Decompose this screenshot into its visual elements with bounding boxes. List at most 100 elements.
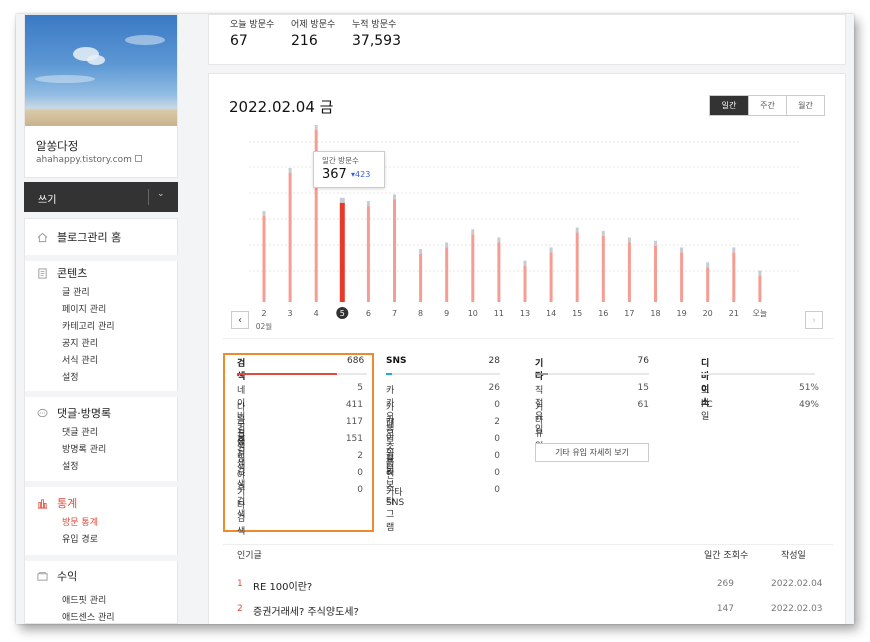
chart-bar-segment: [627, 237, 631, 243]
tooltip-delta: ▾423: [351, 170, 371, 179]
tooltip-label: 일간 방문수: [322, 156, 359, 165]
chart-bar-segment: [366, 201, 370, 207]
etc-referrer-detail-button[interactable]: 기타 유입 자세히 보기: [535, 443, 649, 462]
popular-post-link[interactable]: RE 100이란?: [253, 578, 312, 593]
breakdown-row-value: 411: [345, 400, 363, 410]
write-divider: [148, 189, 149, 205]
chart-tick-label: 6: [366, 309, 371, 318]
chevron-down-icon[interactable]: ⌄: [157, 189, 165, 199]
breakdown-row-value: 2: [494, 417, 500, 427]
menu-guestbook-manage[interactable]: 방명록 관리: [62, 442, 106, 455]
breakdown-row-value: 0: [494, 451, 500, 461]
menu-blog-home[interactable]: 블로그관리 홈: [37, 229, 121, 245]
menu-post-manage[interactable]: 글 관리: [62, 285, 90, 298]
profile-card: 알쏭다정 ahahappy.tistory.com: [24, 14, 178, 178]
yesterday-visits-value: 216: [291, 33, 318, 49]
chart-bar[interactable]: [575, 232, 579, 302]
device-divider: [701, 373, 815, 375]
menu-visit-stats[interactable]: 방문 통계: [62, 515, 98, 528]
menu-notice-manage[interactable]: 공지 관리: [62, 336, 98, 349]
popular-post-date: 2022.02.03: [771, 604, 823, 614]
app-window: 알쏭다정 ahahappy.tistory.com 쓰기 ⌄ 블로그관리 홈 콘…: [16, 14, 854, 624]
chart-bar[interactable]: [654, 245, 657, 302]
menu-revenue-label: 수익: [57, 570, 78, 583]
breakdown-row-value: 15: [637, 383, 649, 393]
chart-bar[interactable]: [262, 216, 266, 302]
chart-tick-label: 11: [494, 309, 504, 318]
speech-bubble-icon: [37, 408, 48, 417]
chevron-left-icon: ‹: [238, 314, 242, 326]
visit-summary-card: 오늘 방문수 67 어제 방문수 216 누적 방문수 37,593: [208, 14, 846, 65]
chart-bar[interactable]: [471, 234, 475, 302]
menu-contents-settings[interactable]: 설정: [62, 370, 79, 383]
chart-bar-segment: [497, 237, 501, 243]
wallet-icon: [37, 571, 48, 581]
menu-divider: [25, 391, 179, 397]
chart-bar-segment: [523, 260, 527, 266]
chart-next-button[interactable]: ›: [805, 311, 823, 329]
menu-referrer[interactable]: 유입 경로: [62, 532, 98, 545]
popular-date-header: 작성일: [781, 551, 806, 561]
chart-bar[interactable]: [497, 242, 501, 302]
menu-stats[interactable]: 통계: [37, 495, 77, 511]
chart-bar[interactable]: [288, 173, 292, 302]
chart-bar[interactable]: [758, 275, 762, 302]
breakdown-row-value: 0: [494, 485, 500, 495]
popular-post-link[interactable]: 증권거래세? 주식양도세?: [253, 603, 359, 618]
chart-bar[interactable]: [549, 252, 553, 302]
blog-url-link[interactable]: ahahappy.tistory.com: [36, 155, 142, 165]
menu-comments[interactable]: 댓글·방명록: [37, 405, 111, 421]
chart-bar[interactable]: [419, 254, 423, 302]
breakdown-row-value: 26: [488, 383, 500, 393]
chart-bar[interactable]: [523, 265, 527, 302]
blog-name[interactable]: 알쏭다정: [36, 138, 78, 154]
chart-bar[interactable]: [601, 235, 605, 302]
chart-tick-label: 9: [444, 309, 449, 318]
menu-adfit-manage[interactable]: 애드핏 관리: [62, 593, 106, 606]
chart-prev-button[interactable]: ‹: [231, 311, 249, 329]
chart-bar[interactable]: [732, 252, 736, 302]
breakdown-row-value: 2: [357, 451, 363, 461]
chart-tick-label: 3: [288, 309, 293, 318]
popular-posts-title: 인기글: [237, 551, 262, 561]
chart-bar[interactable]: [680, 252, 684, 302]
blog-banner-image[interactable]: [25, 15, 177, 126]
chart-bar[interactable]: [706, 267, 710, 302]
chart-tick-label: 7: [392, 309, 397, 318]
menu-category-manage[interactable]: 카테고리 관리: [62, 319, 115, 332]
menu-divider: [25, 255, 179, 261]
menu-contents[interactable]: 콘텐츠: [37, 265, 87, 281]
page-gutter: [846, 14, 854, 624]
section-divider: [223, 338, 833, 339]
chart-bar-segment: [445, 242, 449, 248]
blog-url-text: ahahappy.tistory.com: [36, 155, 132, 165]
chart-bar-segment: [732, 247, 736, 253]
chart-tick-label: 10: [468, 309, 478, 318]
chart-tick-label: 8: [418, 309, 423, 318]
chart-tick-label: 20: [703, 309, 713, 318]
menu-comments-settings[interactable]: 설정: [62, 459, 79, 472]
chart-bar-segment: [262, 211, 266, 216]
chart-tick-label: 21: [729, 309, 739, 318]
menu-template-manage[interactable]: 서식 관리: [62, 353, 98, 366]
chart-bar[interactable]: [627, 242, 631, 302]
etc-total: 76: [637, 356, 649, 366]
yesterday-visits-label: 어제 방문수: [291, 20, 336, 30]
sns-title: SNS: [386, 356, 407, 366]
menu-comment-manage[interactable]: 댓글 관리: [62, 425, 98, 438]
menu-adsense-manage[interactable]: 애드센스 관리: [62, 610, 115, 623]
breakdown-row-value: 0: [357, 485, 363, 495]
chart-bar[interactable]: [445, 247, 449, 302]
write-label: 쓰기: [38, 195, 57, 206]
chart-month-label: 02월: [256, 321, 273, 331]
home-icon: [37, 232, 48, 242]
chart-bar[interactable]: [339, 202, 345, 302]
menu-revenue[interactable]: 수익: [37, 568, 77, 584]
breakdown-row-value: 0: [357, 468, 363, 478]
chart-bar[interactable]: [393, 199, 396, 302]
breakdown-row-value: 51%: [798, 383, 819, 393]
menu-page-manage[interactable]: 페이지 관리: [62, 302, 106, 315]
chart-bar[interactable]: [366, 206, 370, 302]
menu-blog-home-label: 블로그관리 홈: [57, 231, 122, 244]
write-button[interactable]: 쓰기 ⌄: [24, 182, 178, 212]
